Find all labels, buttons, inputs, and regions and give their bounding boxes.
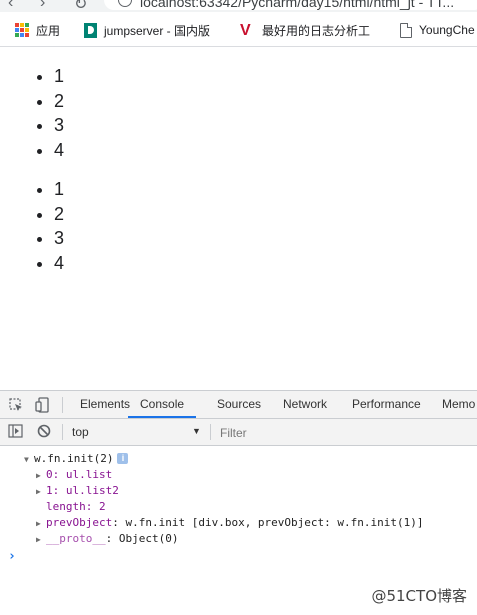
list-item: 3 bbox=[54, 226, 64, 251]
list-item: 1 bbox=[54, 64, 64, 89]
bookmarks-bar: 应用 jumpserver - 国内版 V 最好用的日志分析工 YoungChe bbox=[0, 12, 477, 47]
tab-network[interactable]: Network bbox=[283, 391, 327, 418]
tab-sources[interactable]: Sources bbox=[217, 391, 261, 418]
bookmark-jumpserver[interactable]: jumpserver - 国内版 bbox=[84, 21, 210, 39]
bookmark-youngche[interactable]: YoungChe bbox=[400, 21, 475, 39]
list-item: 2 bbox=[54, 89, 64, 114]
property-key: prevObject bbox=[46, 516, 113, 529]
bookmark-log-analysis[interactable]: V 最好用的日志分析工 bbox=[240, 21, 370, 39]
property-value: Object(0) bbox=[118, 532, 179, 545]
list-item: 3 bbox=[54, 113, 64, 138]
object-label: w.fn.init(2) bbox=[34, 452, 114, 465]
forward-arrow-icon[interactable]: › bbox=[40, 0, 45, 12]
property-value: ul.list2 bbox=[65, 484, 119, 497]
property-value: w.fn.init [div.box, prevObject: w.fn.ini… bbox=[125, 516, 424, 529]
collapse-triangle-icon[interactable]: ▶ bbox=[36, 468, 46, 483]
tab-elements[interactable]: Elements bbox=[80, 391, 130, 418]
bookmark-label: YoungChe bbox=[419, 23, 475, 37]
tab-console[interactable]: Console bbox=[128, 391, 197, 418]
address-bar-strip: ‹ › ↻ localhost:63342/Pycharm/day15/html… bbox=[0, 0, 477, 12]
console-object-root[interactable]: ▼ w.fn.init(2) i bbox=[24, 451, 129, 467]
devtools-tab-bar: Elements Console Sources Network Perform… bbox=[0, 391, 477, 419]
list-item: 4 bbox=[54, 138, 64, 163]
expand-triangle-icon[interactable]: ▼ bbox=[24, 452, 34, 467]
tab-memory[interactable]: Memo bbox=[442, 391, 475, 418]
context-selector[interactable]: top bbox=[72, 425, 89, 439]
collapse-triangle-icon[interactable]: ▶ bbox=[36, 516, 46, 531]
info-badge-icon[interactable]: i bbox=[117, 453, 129, 464]
bookmark-label: 应用 bbox=[36, 23, 61, 38]
property-key: 1 bbox=[46, 484, 53, 497]
console-prompt-icon[interactable]: › bbox=[8, 549, 16, 564]
property-key: length bbox=[46, 500, 86, 513]
clear-console-icon[interactable] bbox=[37, 424, 51, 443]
v-logo-icon: V bbox=[240, 21, 251, 39]
property-value: 2 bbox=[99, 500, 106, 513]
inspect-element-icon[interactable] bbox=[9, 398, 23, 417]
list-item: 2 bbox=[54, 202, 64, 227]
console-toolbar: top ▼ Filter bbox=[0, 419, 477, 446]
reload-icon[interactable]: ↻ bbox=[74, 0, 87, 12]
list-item: 4 bbox=[54, 251, 64, 276]
sidebar-toggle-icon[interactable] bbox=[8, 424, 23, 443]
bookmark-label: 最好用的日志分析工 bbox=[262, 23, 371, 38]
list-one: 1 2 3 4 bbox=[0, 64, 64, 162]
devtools-panel: Elements Console Sources Network Perform… bbox=[0, 390, 477, 615]
device-toolbar-icon[interactable] bbox=[35, 397, 51, 418]
property-value: ul.list bbox=[65, 468, 113, 481]
console-row: length: 2 bbox=[46, 500, 106, 513]
console-row[interactable]: ▶ 1: ul.list2 bbox=[36, 483, 119, 499]
list-item: 1 bbox=[54, 177, 64, 202]
url-text[interactable]: localhost:63342/Pycharm/day15/html/html_… bbox=[140, 0, 454, 10]
apps-grid-icon bbox=[15, 23, 29, 37]
document-icon bbox=[400, 22, 412, 38]
list-two: 1 2 3 4 bbox=[0, 177, 64, 275]
bing-icon bbox=[84, 22, 97, 38]
watermark: @51CTO博客 bbox=[371, 587, 467, 605]
collapse-triangle-icon[interactable]: ▶ bbox=[36, 532, 46, 547]
tab-performance[interactable]: Performance bbox=[352, 391, 421, 418]
bookmark-apps[interactable]: 应用 bbox=[15, 21, 60, 39]
chevron-down-icon[interactable]: ▼ bbox=[192, 426, 201, 436]
collapse-triangle-icon[interactable]: ▶ bbox=[36, 484, 46, 499]
property-key: __proto__ bbox=[46, 532, 106, 545]
divider bbox=[62, 397, 63, 413]
console-row[interactable]: ▶ prevObject: w.fn.init [div.box, prevObj… bbox=[36, 515, 424, 531]
console-row[interactable]: ▶ __proto__: Object(0) bbox=[36, 531, 178, 547]
console-row[interactable]: ▶ 0: ul.list bbox=[36, 467, 112, 483]
filter-input[interactable]: Filter bbox=[220, 426, 247, 440]
back-arrow-icon[interactable]: ‹ bbox=[8, 0, 13, 12]
divider bbox=[62, 424, 63, 440]
bookmark-label: jumpserver - 国内版 bbox=[104, 23, 211, 38]
divider bbox=[210, 424, 211, 440]
property-key: 0 bbox=[46, 468, 53, 481]
